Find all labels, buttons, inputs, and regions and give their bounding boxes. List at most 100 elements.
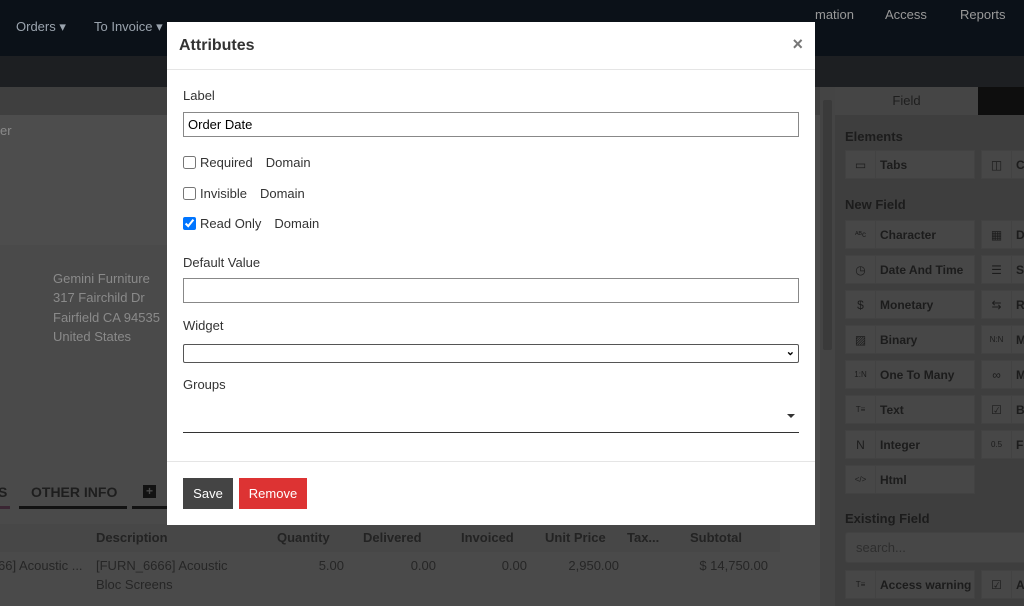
- address-line: United States: [53, 329, 132, 344]
- default-value-label: Default Value: [183, 255, 261, 270]
- dialog-header: Attributes ×: [167, 22, 815, 70]
- field-item-label: Integer: [880, 437, 921, 452]
- field-item[interactable]: ☑ Ac: [981, 570, 1024, 599]
- field-item[interactable]: $ Monetary: [845, 290, 975, 319]
- tabs-icon: ▭: [846, 151, 876, 178]
- field-item-label: Binary: [880, 332, 918, 347]
- nav-reports[interactable]: Reports: [960, 7, 1006, 22]
- field-item-label: Re: [1016, 297, 1024, 312]
- default-value-input[interactable]: [183, 278, 799, 303]
- add-tab-icon[interactable]: +: [143, 485, 156, 498]
- new-field-title: New Field: [845, 197, 906, 212]
- field-item[interactable]: ◫ Co: [981, 150, 1024, 179]
- col-subtotal[interactable]: Subtotal: [690, 530, 742, 545]
- field-item-label: Text: [880, 402, 904, 417]
- readonly-label: Read Only: [200, 216, 262, 231]
- selection-icon: ☰: [982, 256, 1012, 283]
- required-row: Required Domain: [183, 155, 311, 170]
- nav-automation[interactable]: mation: [815, 7, 854, 22]
- menu-orders[interactable]: Orders ▾: [16, 19, 66, 35]
- required-label: Required: [200, 155, 253, 170]
- field-item-label: Fl: [1016, 437, 1024, 452]
- cell-delivered: 0.00: [410, 558, 436, 573]
- calendar-icon: ▦: [982, 221, 1012, 248]
- field-label-partial: er: [0, 123, 12, 138]
- text-icon: T≡: [846, 396, 876, 423]
- widget-select[interactable]: ⌄: [183, 344, 799, 363]
- readonly-row: Read Only Domain: [183, 216, 319, 231]
- field-search-input[interactable]: search...: [845, 532, 1024, 563]
- field-item[interactable]: 0.5 Fl: [981, 430, 1024, 459]
- col-unit-price[interactable]: Unit Price: [545, 530, 606, 545]
- chain-icon: ∞: [982, 361, 1012, 388]
- col-delivered[interactable]: Delivered: [363, 530, 422, 545]
- cell-subtotal: $ 14,750.00: [699, 558, 768, 573]
- save-button[interactable]: Save: [183, 478, 233, 509]
- text-icon: T≡: [846, 571, 876, 598]
- field-item[interactable]: T≡ Text: [845, 395, 975, 424]
- field-item[interactable]: ▦ Da: [981, 220, 1024, 249]
- cell-unit-price: 2,950.00: [568, 558, 619, 573]
- remove-button[interactable]: Remove: [239, 478, 307, 509]
- label-input[interactable]: [183, 112, 799, 137]
- html-icon: </>: [846, 466, 876, 493]
- invisible-domain-link[interactable]: Domain: [260, 186, 305, 201]
- cell-description: [FURN_6666] Acoustic: [96, 558, 228, 573]
- field-item[interactable]: ▭ Tabs: [845, 150, 975, 179]
- field-item-label: Ma: [1014, 333, 1024, 347]
- menu-orders-label: Orders: [16, 19, 56, 34]
- field-item[interactable]: ☑ Bo: [981, 395, 1024, 424]
- one2many-icon: 1:N: [846, 361, 876, 388]
- float-icon: 0.5: [982, 431, 1012, 458]
- groups-select[interactable]: [183, 402, 799, 433]
- cell-quantity: 5.00: [318, 558, 344, 573]
- field-item[interactable]: ∞Ma: [981, 360, 1024, 389]
- tab-lines[interactable]: S: [0, 484, 7, 500]
- address-line: Fairfield CA 94535: [53, 310, 160, 325]
- field-item-label: Co: [1016, 157, 1024, 172]
- field-item[interactable]: T≡ Access warning: [845, 570, 975, 599]
- required-domain-link[interactable]: Domain: [266, 155, 311, 170]
- field-item[interactable]: N Integer: [845, 430, 975, 459]
- tab-other-info[interactable]: OTHER INFO: [31, 484, 117, 500]
- field-item[interactable]: ⇆ Re: [981, 290, 1024, 319]
- cell-invoiced: 0.00: [501, 558, 527, 573]
- field-item[interactable]: ☰ Se: [981, 255, 1024, 284]
- close-icon[interactable]: ×: [792, 34, 803, 55]
- cell-description: Bloc Screens: [96, 577, 173, 592]
- required-checkbox[interactable]: [183, 156, 196, 169]
- widget-label: Widget: [183, 318, 224, 333]
- col-quantity[interactable]: Quantity: [277, 530, 330, 545]
- field-item-label: Character: [880, 227, 937, 242]
- field-item[interactable]: ◷ Date And Time: [845, 255, 975, 284]
- money-icon: $: [846, 291, 876, 318]
- invisible-row: Invisible Domain: [183, 186, 305, 201]
- nav-access[interactable]: Access: [885, 7, 927, 22]
- field-item[interactable]: ▨ Binary: [845, 325, 975, 354]
- many2many-icon: N:N: [982, 326, 1012, 353]
- scrollbar-thumb[interactable]: [823, 100, 832, 350]
- col-taxes[interactable]: Tax...: [627, 530, 659, 545]
- menu-to-invoice[interactable]: To Invoice ▾: [94, 19, 163, 35]
- field-item[interactable]: </> Html: [845, 465, 975, 494]
- field-item[interactable]: ᴬᴮc Character: [845, 220, 975, 249]
- col-description[interactable]: Description: [96, 530, 168, 545]
- field-item[interactable]: 1:N One To Many: [845, 360, 975, 389]
- dialog-footer: [167, 461, 815, 462]
- field-item[interactable]: N:NMa: [981, 325, 1024, 354]
- tab-field[interactable]: Field: [835, 87, 978, 115]
- tab-other[interactable]: [978, 87, 1024, 115]
- field-item-label: Se: [1016, 262, 1024, 277]
- chevron-down-icon: ⌄: [785, 346, 795, 358]
- image-icon: ▨: [846, 326, 876, 353]
- address-line: 317 Fairchild Dr: [53, 290, 145, 305]
- readonly-domain-link[interactable]: Domain: [274, 216, 319, 231]
- invisible-checkbox[interactable]: [183, 187, 196, 200]
- cell-product: 66] Acoustic ...: [0, 558, 83, 573]
- field-item-label: Date And Time: [880, 262, 964, 277]
- field-item-label: Ac: [1016, 577, 1024, 592]
- col-invoiced[interactable]: Invoiced: [461, 530, 514, 545]
- readonly-checkbox[interactable]: [183, 217, 196, 230]
- label-label: Label: [183, 88, 215, 103]
- groups-label: Groups: [183, 377, 226, 392]
